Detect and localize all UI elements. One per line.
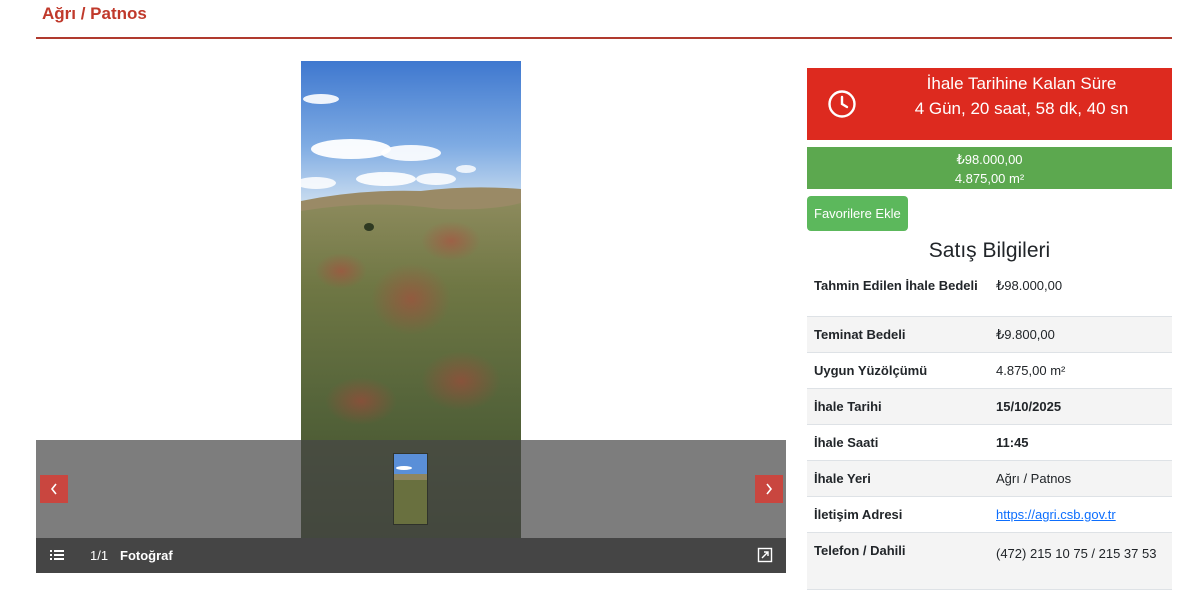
next-photo-button[interactable] xyxy=(755,475,783,503)
table-row: İhale Yeri Ağrı / Patnos xyxy=(807,460,1172,497)
row-value: ₺98.000,00 xyxy=(989,269,1172,317)
row-value: 11:45 xyxy=(989,424,1172,461)
table-row: Teminat Bedeli ₺9.800,00 xyxy=(807,316,1172,353)
row-key: İhale Yeri xyxy=(807,460,989,497)
countdown-value: 4 Gün, 20 saat, 58 dk, 40 sn xyxy=(914,99,1129,118)
price-value: ₺98.000,00 xyxy=(956,152,1023,167)
sales-info-title: Satış Bilgileri xyxy=(928,239,1051,262)
gallery-toolbar: 1/1 Fotoğraf xyxy=(36,538,786,573)
photo-thumbnail[interactable] xyxy=(394,454,427,524)
countdown-box: İhale Tarihine Kalan Süre 4 Gün, 20 saat… xyxy=(807,68,1172,140)
thumbnail-image xyxy=(394,454,427,524)
contact-address-link[interactable]: https://agri.csb.gov.tr xyxy=(996,507,1116,522)
photo-counter: 1/1 xyxy=(90,548,109,563)
row-value: Ağrı / Patnos xyxy=(989,460,1172,497)
table-row: Telefon / Dahili (472) 215 10 75 / 215 3… xyxy=(807,532,1172,590)
table-row: İhale Tarihi 15/10/2025 xyxy=(807,388,1172,425)
row-value: ₺9.800,00 xyxy=(989,316,1172,353)
row-key: Tahmin Edilen İhale Bedeli xyxy=(807,269,989,317)
table-row: İletişim Adresi https://agri.csb.gov.tr xyxy=(807,496,1172,533)
row-key: İletişim Adresi xyxy=(807,496,989,533)
row-value: 15/10/2025 xyxy=(989,388,1172,425)
photo-gallery: 1/1 Fotoğraf xyxy=(36,61,786,573)
page-title: Ağrı / Patnos xyxy=(42,4,147,23)
area-value: 4.875,00 m² xyxy=(954,171,1025,186)
auction-panel: İhale Tarihine Kalan Süre 4 Gün, 20 saat… xyxy=(807,68,1172,590)
row-value: 4.875,00 m² xyxy=(989,352,1172,389)
row-key: Teminat Bedeli xyxy=(807,316,989,353)
table-row: Tahmin Edilen İhale Bedeli ₺98.000,00 xyxy=(807,269,1172,317)
thumbnail-strip xyxy=(36,440,786,538)
list-icon[interactable] xyxy=(49,547,65,566)
photo-counter-label: Fotoğraf xyxy=(120,548,173,563)
row-key: Uygun Yüzölçümü xyxy=(807,352,989,389)
row-key: İhale Tarihi xyxy=(807,388,989,425)
table-row: İhale Saati 11:45 xyxy=(807,424,1172,461)
row-key: Telefon / Dahili xyxy=(807,532,989,590)
fullscreen-icon[interactable] xyxy=(757,547,773,566)
chevron-right-icon xyxy=(766,483,773,495)
row-value: (472) 215 10 75 / 215 37 53 xyxy=(989,532,1172,590)
table-row: Uygun Yüzölçümü 4.875,00 m² xyxy=(807,352,1172,389)
chevron-left-icon xyxy=(50,483,57,495)
title-divider xyxy=(36,37,1172,39)
sales-info-table: Tahmin Edilen İhale Bedeli ₺98.000,00 Te… xyxy=(807,269,1172,590)
previous-photo-button[interactable] xyxy=(40,475,68,503)
row-key: İhale Saati xyxy=(807,424,989,461)
row-value: https://agri.csb.gov.tr xyxy=(989,496,1172,533)
countdown-title: İhale Tarihine Kalan Süre xyxy=(926,74,1117,93)
add-to-favorites-button[interactable]: Favorilere Ekle xyxy=(807,196,908,231)
price-summary: ₺98.000,00 4.875,00 m² xyxy=(807,147,1172,189)
